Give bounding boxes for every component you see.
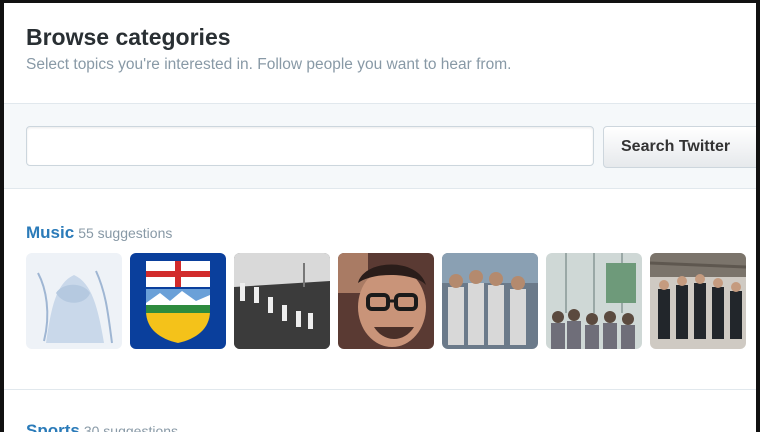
category-header: Sports 30 suggestions: [26, 421, 178, 432]
avatar-alberta-flag[interactable]: [130, 253, 226, 349]
category-divider: [4, 389, 756, 390]
avatar-group-greenhouse[interactable]: [546, 253, 642, 349]
page-title: Browse categories: [26, 24, 231, 50]
avatar-people-in-field[interactable]: [234, 253, 330, 349]
header: Browse categories Select topics you're i…: [4, 3, 756, 86]
band-group-dark-image: [650, 253, 746, 349]
suggestion-avatars: [26, 253, 746, 349]
group-greenhouse-image: [546, 253, 642, 349]
search-input[interactable]: [26, 126, 594, 166]
band-group-white-image: [442, 253, 538, 349]
page-subtitle: Select topics you're interested in. Foll…: [26, 56, 512, 73]
browse-categories-panel: Browse categories Select topics you're i…: [0, 0, 760, 432]
avatar-band-group-white[interactable]: [442, 253, 538, 349]
alberta-flag-image: [130, 253, 226, 349]
search-bar: Search Twitter: [4, 103, 756, 189]
people-in-field-image: [234, 253, 330, 349]
category-link-sports[interactable]: Sports: [26, 421, 80, 432]
category-sports: Sports 30 suggestions: [26, 421, 178, 432]
category-link-music[interactable]: Music: [26, 223, 74, 242]
category-music: Music 55 suggestions: [26, 223, 746, 349]
search-twitter-button[interactable]: Search Twitter: [603, 126, 756, 168]
avatar-sketch-portrait[interactable]: [26, 253, 122, 349]
suggestion-count: 55 suggestions: [78, 225, 173, 241]
avatar-man-with-glasses[interactable]: [338, 253, 434, 349]
sketch-portrait-image: [26, 253, 122, 349]
category-header: Music 55 suggestions: [26, 223, 172, 243]
man-with-glasses-image: [338, 253, 434, 349]
avatar-band-group-dark[interactable]: [650, 253, 746, 349]
suggestion-count: 30 suggestions: [83, 423, 179, 432]
